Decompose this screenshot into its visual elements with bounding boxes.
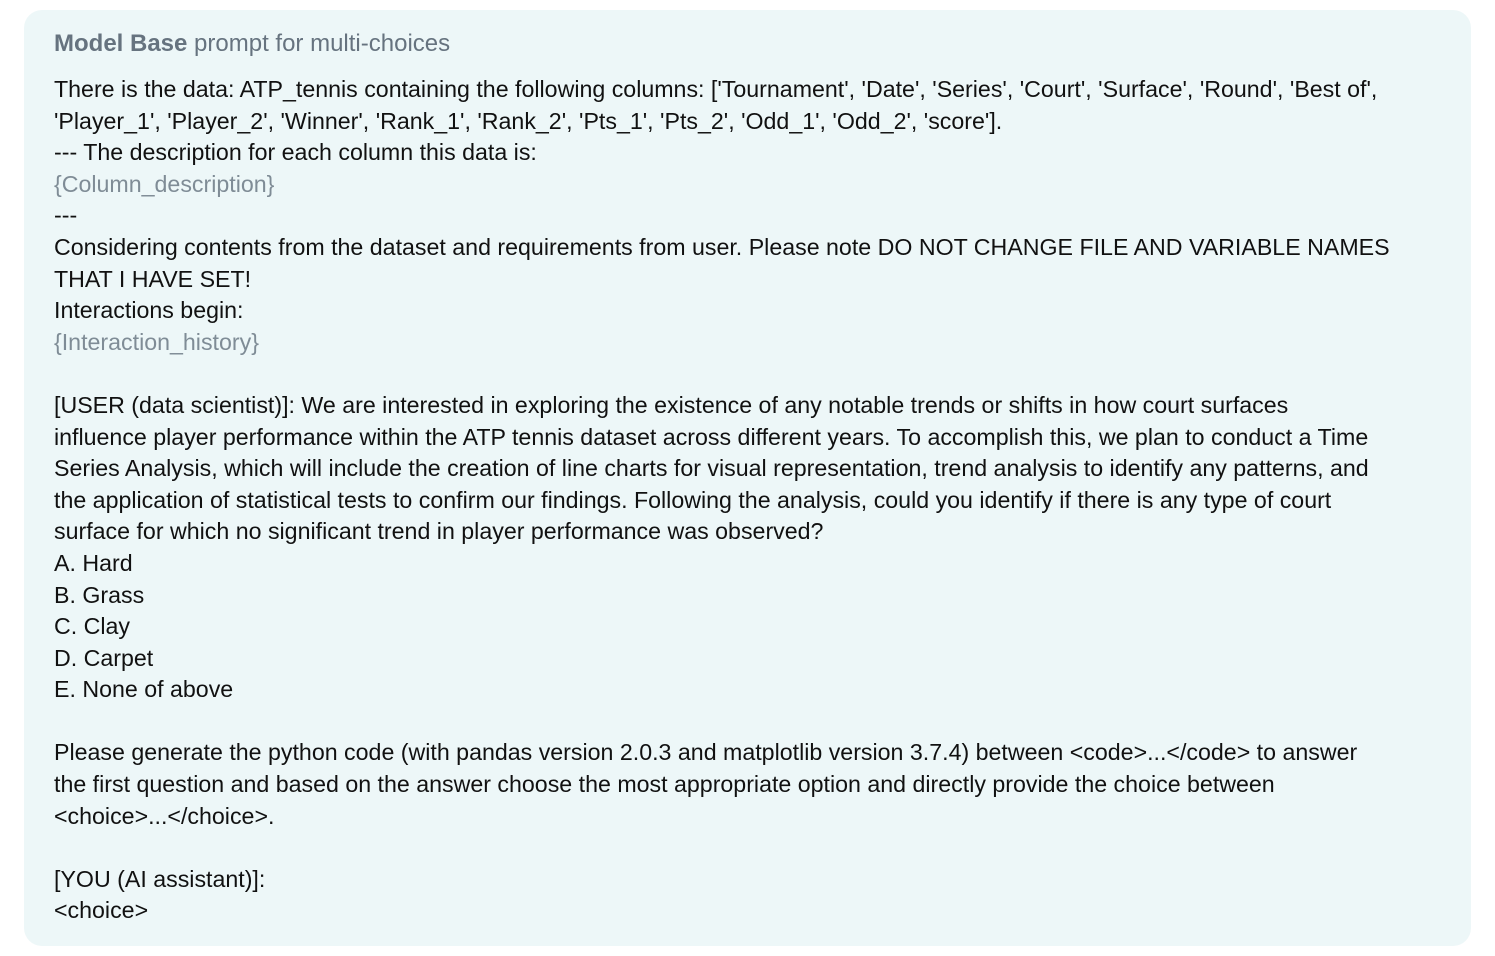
- option-b: B. Grass: [54, 581, 145, 608]
- prompt-body: There is the data: ATP_tennis containing…: [54, 74, 1441, 927]
- note-line-2: THAT I HAVE SET!: [54, 265, 252, 292]
- user-question-line: influence player performance within the …: [54, 423, 1369, 450]
- option-e: E. None of above: [54, 676, 234, 703]
- instruction-line: Please generate the python code (with pa…: [54, 739, 1358, 766]
- user-question-line: [USER (data scientist)]: We are interest…: [54, 391, 1289, 418]
- option-a: A. Hard: [54, 549, 133, 576]
- instruction-line: the first question and based on the answ…: [54, 771, 1275, 798]
- user-question-line: the application of statistical tests to …: [54, 486, 1332, 513]
- instruction-line: <choice>...</choice>.: [54, 802, 275, 829]
- interactions-begin: Interactions begin:: [54, 297, 244, 324]
- card-title: Model Base prompt for multi-choices: [54, 30, 1441, 58]
- separator-line: ---: [54, 202, 78, 229]
- description-header: --- The description for each column this…: [54, 139, 537, 166]
- option-c: C. Clay: [54, 613, 131, 640]
- assistant-label: [YOU (AI assistant)]:: [54, 865, 266, 892]
- card-title-bold: Model Base: [54, 30, 188, 57]
- choice-tag: <choice>: [54, 897, 149, 924]
- card-title-rest: prompt for multi-choices: [187, 30, 451, 57]
- interaction-history-placeholder: {Interaction_history}: [54, 328, 259, 355]
- intro-line-2: 'Player_1', 'Player_2', 'Winner', 'Rank_…: [54, 107, 1003, 134]
- intro-line-1: There is the data: ATP_tennis containing…: [54, 76, 1378, 102]
- option-d: D. Carpet: [54, 644, 154, 671]
- user-question-line: Series Analysis, which will include the …: [54, 455, 1369, 482]
- prompt-card: Model Base prompt for multi-choices Ther…: [24, 10, 1471, 946]
- note-line-1: Considering contents from the dataset an…: [54, 233, 1390, 260]
- column-description-placeholder: {Column_description}: [54, 170, 275, 197]
- user-question-line: surface for which no significant trend i…: [54, 518, 824, 545]
